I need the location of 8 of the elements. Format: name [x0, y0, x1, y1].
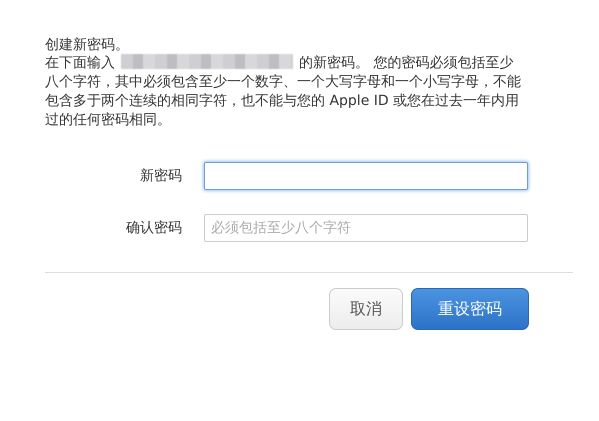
- password-field[interactable]: 必须包括至少八个字符: [204, 214, 528, 242]
- field-label: 新密码: [139, 166, 182, 186]
- field-label: 确认密码: [125, 218, 182, 238]
- password-field[interactable]: [204, 162, 528, 190]
- heading: 创建新密码。: [45, 36, 130, 54]
- cancel-button[interactable]: 取消: [329, 288, 403, 330]
- reset-password-button[interactable]: 重设密码: [411, 288, 529, 330]
- instructions-paragraph: 在下面输入 的新密码。 您的密码必须包括至少八个字符，其中必须包含至少一个数字、一个大写字母和一个小写字母，不能包含多于两个连续的相同字符，也不能与您的 Apple ID 或您在过去一年内用过的任何密码相同。: [45, 54, 522, 130]
